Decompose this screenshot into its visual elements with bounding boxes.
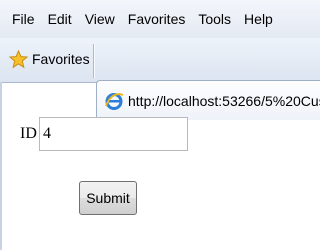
browser-tab[interactable]: http://localhost:53266/5%20Custom%20: [96, 80, 320, 120]
id-label: ID: [20, 125, 37, 142]
menu-bar: File Edit View Favorites Tools Help: [0, 0, 320, 38]
submit-button[interactable]: Submit: [79, 181, 137, 215]
ie-page-icon: [105, 92, 124, 110]
menu-favorites[interactable]: Favorites: [128, 11, 186, 27]
menu-help[interactable]: Help: [244, 11, 273, 27]
favorites-bar: Favorites http://localhost:53266/5%20Cus…: [0, 38, 320, 120]
menu-view[interactable]: View: [85, 11, 115, 27]
tab-url: http://localhost:53266/5%20Custom%20: [128, 92, 320, 109]
menu-tools[interactable]: Tools: [198, 11, 231, 27]
id-input[interactable]: [39, 117, 188, 151]
menu-edit[interactable]: Edit: [48, 11, 72, 27]
menu-file[interactable]: File: [12, 11, 35, 27]
favorites-label: Favorites: [32, 51, 90, 67]
page-left-border: [0, 82, 2, 250]
toolbar-separator: [93, 44, 94, 78]
star-icon: [9, 49, 28, 68]
favorites-button[interactable]: Favorites: [9, 49, 90, 69]
